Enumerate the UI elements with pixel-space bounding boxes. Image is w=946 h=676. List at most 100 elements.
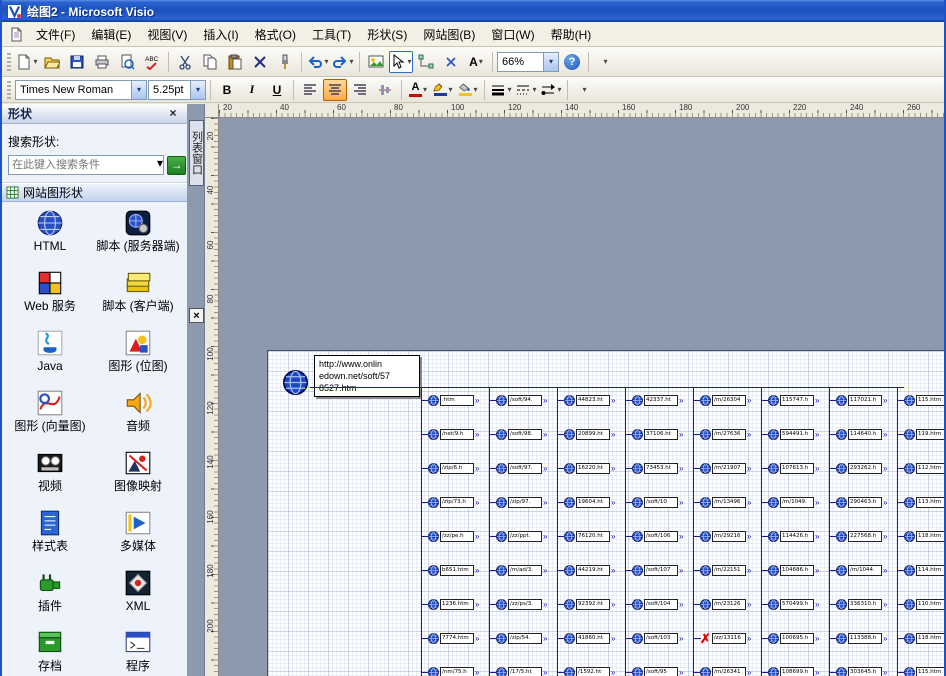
site-page-node[interactable]: 115747.h» (768, 394, 819, 407)
site-page-node[interactable]: /zz/ps/3.» (496, 598, 547, 611)
site-page-node[interactable]: 76120.ht» (564, 530, 615, 543)
site-page-node[interactable]: /m/1044.» (836, 564, 887, 577)
redo-button[interactable]: ▾ (331, 51, 355, 73)
site-page-node[interactable]: /m/1049.» (768, 496, 819, 509)
site-page-node[interactable]: /soft/107» (632, 564, 683, 577)
font-size-dropdown-button[interactable]: ▾ (190, 81, 205, 99)
stencil-item-html-globe[interactable]: HTML (6, 208, 94, 268)
site-page-node[interactable]: 108699.h» (768, 666, 819, 676)
site-page-node[interactable]: /zip/73.h» (428, 496, 479, 509)
site-page-node[interactable]: 19604.ht» (564, 496, 615, 509)
site-page-node[interactable]: 118.htm» (904, 530, 944, 543)
site-page-node[interactable]: .htm» (428, 394, 479, 407)
font-color-button[interactable]: A▾ (406, 79, 430, 101)
zoom-combo[interactable]: 66% ▾ (497, 52, 559, 72)
menu-item-1[interactable]: 编辑(E) (83, 22, 139, 46)
site-page-node[interactable]: /soft/98.» (496, 428, 547, 441)
font-name-combo[interactable]: Times New Roman ▾ (15, 80, 147, 100)
site-page-node[interactable]: 115.htm» (904, 394, 944, 407)
site-page-node[interactable]: 16220.ht» (564, 462, 615, 475)
site-page-node[interactable]: /soft/106» (632, 530, 683, 543)
print-preview-button[interactable] (115, 51, 139, 73)
site-page-node[interactable]: 227568.h» (836, 530, 887, 543)
stencil-item-image-map[interactable]: 图像映射 (94, 448, 182, 508)
document-window-icon[interactable] (5, 27, 28, 42)
site-page-node[interactable]: 118.htm» (904, 632, 944, 645)
site-page-node[interactable]: /soft/95» (632, 666, 683, 676)
stencil-item-video[interactable]: 视频 (6, 448, 94, 508)
stencil-item-graphic-vector[interactable]: 图形 (向量图) (6, 388, 94, 448)
site-page-node[interactable]: 113388.h» (836, 632, 887, 645)
site-page-node[interactable]: /soft/94.» (496, 394, 547, 407)
stencil-item-xml[interactable]: XML (94, 568, 182, 628)
toolbar-options-button[interactable]: ▾ (572, 79, 596, 101)
fill-color-button[interactable]: ▾ (456, 79, 480, 101)
spelling-button[interactable]: ABC (140, 51, 164, 73)
pointer-tool-button[interactable]: ▾ (389, 51, 413, 73)
site-page-node[interactable]: /soft/97.» (496, 462, 547, 475)
horizontal-ruler[interactable]: 20406080100120140160180200220240260 (219, 104, 944, 118)
site-page-node[interactable]: 100695.h» (768, 632, 819, 645)
list-window-tab[interactable]: 列表窗口 (189, 120, 204, 186)
site-page-node[interactable]: 119.htm» (904, 428, 944, 441)
site-page-node[interactable]: /soft/104» (632, 598, 683, 611)
site-page-node[interactable]: 594491.h» (768, 428, 819, 441)
site-page-node[interactable]: 303645.h» (836, 666, 887, 676)
site-page-node[interactable]: 110.htm» (904, 598, 944, 611)
site-page-node[interactable]: 114.htm» (904, 564, 944, 577)
site-page-node[interactable]: /zip/97.» (496, 496, 547, 509)
undo-button[interactable]: ▾ (306, 51, 330, 73)
menu-item-9[interactable]: 帮助(H) (543, 22, 600, 46)
stencil-item-graphic-bitmap[interactable]: 图形 (位图) (94, 328, 182, 388)
search-go-button[interactable]: → (167, 156, 186, 175)
site-page-node[interactable]: 117021.h» (836, 394, 887, 407)
vertical-align-button[interactable] (373, 79, 397, 101)
site-page-node[interactable]: /net/9.h» (428, 428, 479, 441)
bold-button[interactable]: B (215, 79, 239, 101)
align-right-button[interactable] (348, 79, 372, 101)
menu-item-2[interactable]: 视图(V) (139, 22, 195, 46)
copy-button[interactable] (198, 51, 222, 73)
site-page-node[interactable]: /m/21907» (700, 462, 751, 475)
stencil-item-archive[interactable]: 存档 (6, 628, 94, 676)
site-page-node[interactable]: b651.htm» (428, 564, 479, 577)
italic-button[interactable]: I (240, 79, 264, 101)
site-page-node[interactable]: 113.htm» (904, 496, 944, 509)
menu-item-3[interactable]: 插入(I) (195, 22, 246, 46)
site-page-node[interactable]: /m/26341» (700, 666, 751, 676)
menu-item-7[interactable]: 网站图(B) (415, 22, 483, 46)
drawing-page[interactable]: http://www.onlin edown.net/soft/57 8527.… (267, 350, 944, 676)
stencil-item-plugin[interactable]: 插件 (6, 568, 94, 628)
site-page-node[interactable]: 104686.h» (768, 564, 819, 577)
underline-button[interactable]: U (265, 79, 289, 101)
line-ends-button[interactable]: ▾ (539, 79, 563, 101)
menu-item-4[interactable]: 格式(O) (247, 22, 304, 46)
delete-button[interactable] (248, 51, 272, 73)
connector-tool-button[interactable] (414, 51, 438, 73)
site-page-node[interactable]: 570499.h» (768, 598, 819, 611)
connection-point-tool-button[interactable] (439, 51, 463, 73)
site-page-node[interactable]: ✗/zz/13116» (700, 632, 751, 645)
stencil-section-bar[interactable]: 网站图形状 (2, 183, 187, 202)
site-page-node[interactable]: 92392.ht» (564, 598, 615, 611)
list-window-close-button[interactable]: × (189, 308, 204, 323)
align-center-button[interactable] (323, 79, 347, 101)
site-page-node[interactable]: /17/5.ht» (496, 666, 547, 676)
site-page-node[interactable]: 1236.htm» (428, 598, 479, 611)
site-page-node[interactable]: 37106.ht» (632, 428, 683, 441)
toolbar-grip[interactable] (7, 53, 11, 71)
site-page-node[interactable]: 293262.h» (836, 462, 887, 475)
site-page-node[interactable]: /nm/75.h» (428, 666, 479, 676)
shapes-panel-close-button[interactable]: × (165, 106, 181, 122)
stencil-item-audio[interactable]: 音频 (94, 388, 182, 448)
site-page-node[interactable]: /m/29216» (700, 530, 751, 543)
site-page-node[interactable]: 114426.h» (768, 530, 819, 543)
site-page-node[interactable]: 112.htm» (904, 462, 944, 475)
site-page-node[interactable]: 336310.h» (836, 598, 887, 611)
paste-button[interactable] (223, 51, 247, 73)
site-page-node[interactable]: /m/22151» (700, 564, 751, 577)
text-tool-button[interactable]: A▾ (464, 51, 488, 73)
stencil-item-java[interactable]: Java (6, 328, 94, 388)
font-name-dropdown-button[interactable]: ▾ (131, 81, 146, 99)
site-page-node[interactable]: /zip/6.h» (428, 462, 479, 475)
